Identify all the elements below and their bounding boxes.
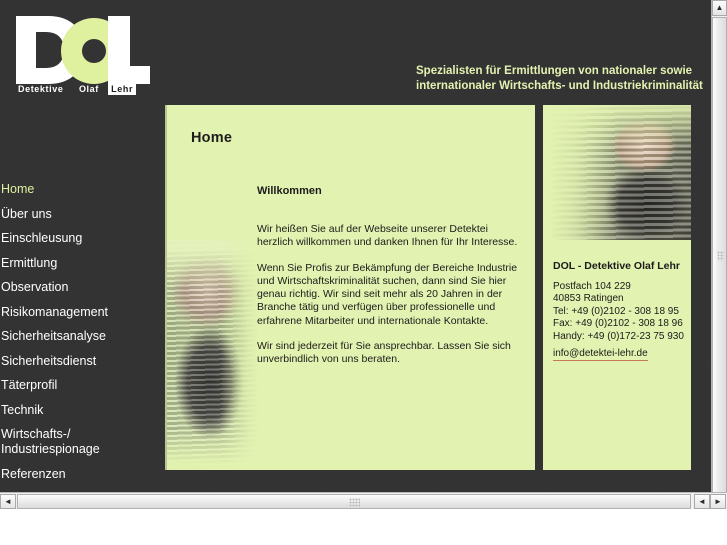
horizontal-scrollbar[interactable]: ◄ ◄ ► (0, 492, 727, 509)
header-tagline: Spezialisten für Ermittlungen von nation… (416, 64, 711, 94)
browser-page-viewport: Detektive Olaf Lehr Spezialisten für Erm… (0, 0, 711, 504)
vertical-scrollbar-thumb[interactable] (712, 17, 727, 495)
tagline-line-2: internationaler Wirtschafts- und Industr… (416, 80, 703, 92)
sidebar-item-taeterprofil[interactable]: Täterprofil (0, 378, 165, 393)
tagline-line-1: Spezialisten für Ermittlungen von nation… (416, 65, 693, 77)
sidebar-item-einschleusung[interactable]: Einschleusung (0, 231, 165, 246)
sidebar-item-home[interactable]: Home (0, 182, 165, 197)
scroll-left-button-secondary[interactable]: ◄ (694, 494, 710, 509)
page-bottom-filler (0, 509, 727, 545)
site-logo[interactable]: Detektive Olaf Lehr (8, 8, 150, 98)
man-behind-blinds-photo (543, 105, 691, 240)
sidebar-item-sicherheitsdienst[interactable]: Sicherheitsdienst (0, 354, 165, 369)
sidebar-item-sicherheitsanalyse[interactable]: Sicherheitsanalyse (0, 329, 165, 344)
chevron-left-icon: ◄ (4, 496, 12, 506)
scroll-up-button[interactable]: ▲ (712, 0, 727, 16)
welcome-paragraph-3: Wir sind jederzeit für Sie ansprechbar. … (257, 340, 511, 366)
contact-handy: Handy: +49 (0)172-23 75 930 (553, 330, 684, 342)
horizontal-scrollbar-thumb[interactable] (17, 494, 691, 509)
logo-subtitle: Detektive Olaf Lehr (18, 83, 137, 95)
logo-word-olaf: Olaf (78, 84, 99, 94)
vertical-scrollbar[interactable]: ▲ ▲ ▼ (711, 0, 727, 529)
sidebar-navigation: Home Über uns Einschleusung Ermittlung O… (0, 182, 165, 491)
contact-email-link[interactable]: info@detektei-lehr.de (553, 348, 648, 362)
welcome-heading: Willkommen (257, 185, 322, 197)
contact-details: DOL - Detektive Olaf Lehr Postfach 104 2… (553, 260, 685, 362)
scrollbar-grip-horizontal-icon (349, 498, 360, 507)
sidebar-item-risikomanagement[interactable]: Risikomanagement (0, 305, 165, 320)
chevron-left-icon-secondary: ◄ (698, 496, 706, 506)
scroll-left-button[interactable]: ◄ (0, 494, 16, 509)
contact-fax: Fax: +49 (0)2102 - 308 18 96 (553, 318, 683, 330)
sidebar-item-wirtschaftsspionage[interactable]: Wirtschafts-/ Industriespionage (0, 427, 165, 457)
sidebar-item-technik[interactable]: Technik (0, 403, 165, 418)
logo-word-detektive: Detektive (18, 84, 64, 94)
sidebar-item-observation[interactable]: Observation (0, 280, 165, 295)
man-behind-blinds-photo-fade (543, 105, 691, 240)
man-on-phone-photo (167, 240, 259, 470)
page-title: Home (191, 130, 233, 146)
scroll-right-button[interactable]: ► (710, 494, 726, 509)
chevron-right-icon: ► (714, 496, 722, 506)
chevron-up-icon: ▲ (715, 3, 724, 12)
sidebar-item-ueber-uns[interactable]: Über uns (0, 207, 165, 222)
contact-city: 40853 Ratingen (553, 293, 624, 305)
welcome-text-block: Willkommen Wir heißen Sie auf der Websei… (257, 185, 519, 379)
sidebar-item-referenzen[interactable]: Referenzen (0, 467, 165, 482)
welcome-paragraph-2: Wenn Sie Profis zur Bekämpfung der Berei… (257, 261, 518, 327)
welcome-paragraph-1: Wir heißen Sie auf der Webseite unserer … (257, 223, 518, 249)
contact-postfach: Postfach 104 229 (553, 281, 631, 292)
scrollbar-grip-icon (717, 251, 724, 261)
man-on-phone-photo-fade (167, 240, 259, 470)
contact-tel: Tel: +49 (0)2102 - 308 18 95 (553, 305, 679, 317)
logo-word-lehr: Lehr (108, 83, 137, 95)
contact-company-name: DOL - Detektive Olaf Lehr (553, 260, 681, 272)
sidebar-item-ermittlung[interactable]: Ermittlung (0, 256, 165, 271)
main-content-panel: Home Willkommen Wir heißen Sie auf der W… (165, 105, 535, 470)
sidebar-contact-panel: DOL - Detektive Olaf Lehr Postfach 104 2… (543, 105, 691, 470)
